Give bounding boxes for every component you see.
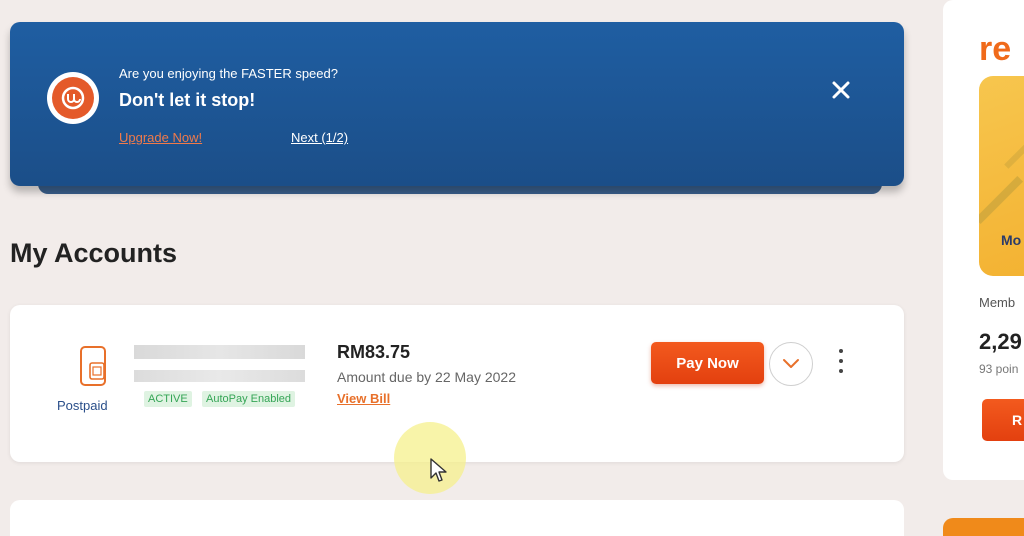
mouse-cursor-icon [430,458,448,489]
card-decoration [1004,129,1024,169]
unifi-logo-icon [47,72,99,124]
pay-now-button[interactable]: Pay Now [651,342,764,384]
points-sub: 93 poin [979,362,1019,376]
more-vertical-icon[interactable] [833,349,849,373]
account-card-2 [10,500,904,536]
rewards-button[interactable]: R [982,399,1024,441]
view-bill-link[interactable]: View Bill [337,391,390,406]
close-icon[interactable] [828,77,854,103]
banner-headline: Don't let it stop! [119,90,256,110]
page-title: My Accounts [10,238,178,268]
amount-due-value: RM83.75 [337,342,411,362]
next-link[interactable]: Next (1/2) [291,130,348,145]
side-bottom-card [943,518,1024,536]
card-decoration [979,175,1024,225]
chevron-down-icon[interactable] [769,342,813,386]
plan-type-label: Postpaid [57,398,108,413]
redacted-account-number [134,370,305,382]
points-value: 2,29 [979,329,1022,354]
due-date-text: Amount due by 22 May 2022 [337,369,517,385]
banner-question: Are you enjoying the FASTER speed? [119,66,338,81]
status-badge: ACTIVE [144,391,192,407]
rewards-brand: re [979,30,1012,68]
member-label: Memb [979,295,1016,310]
autopay-badge: AutoPay Enabled [202,391,296,407]
upgrade-now-link[interactable]: Upgrade Now! [119,130,202,145]
rewards-card[interactable]: Mo [979,76,1024,276]
redacted-account-name [134,345,305,359]
rewards-card-text: Mo [1001,232,1022,248]
mobile-sim-icon [70,343,120,393]
